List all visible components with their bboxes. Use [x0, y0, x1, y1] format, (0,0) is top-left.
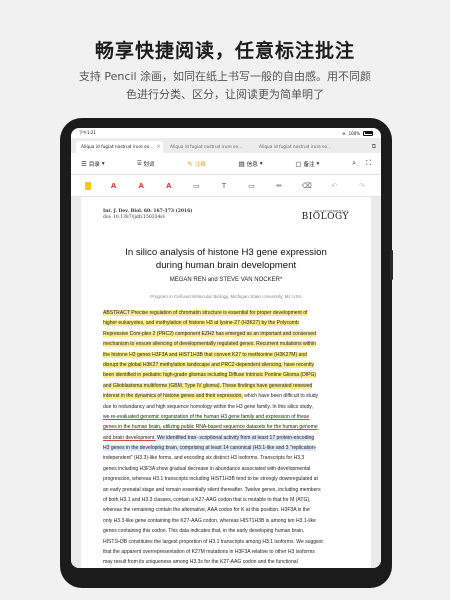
- journal-logo-big: BIOLOGY: [301, 212, 349, 222]
- fullscreen-icon[interactable]: ⛶: [366, 159, 371, 168]
- underline-text-icon[interactable]: A: [136, 181, 146, 191]
- highlighted-text[interactable]: higher eukaryotes, and methylation of hi…: [103, 320, 299, 327]
- promo-subtitle-line: 色进行分类、区分，让阅读更为简单明了: [126, 88, 324, 101]
- promo-subtitle-line: 支持 Pencil 涂画，如同在纸上书写一般的自由感。用不同颜: [78, 70, 372, 83]
- title-line: during human brain development: [155, 260, 297, 271]
- abstract-text: progression, whereas H3.1 transcripts in…: [103, 476, 318, 483]
- highlighted-text[interactable]: ABSTRACT Precise regulation of chromatin…: [103, 310, 308, 316]
- highlighted-text[interactable]: mechanism to ensure silencing of develop…: [103, 341, 316, 348]
- text-box-icon[interactable]: T: [219, 181, 229, 191]
- status-bar: 下午1:21 ≋ 100%: [71, 128, 381, 138]
- menu-highlight-button[interactable]: ⌸ 划词: [137, 159, 154, 168]
- underlined-text[interactable]: genes in the human brain, utilizing publ…: [103, 424, 318, 430]
- abstract-text: of both H3.1 and H3.3 classes, contain a…: [103, 497, 311, 504]
- list-icon: ☰: [81, 159, 87, 168]
- strikethrough-text-icon[interactable]: A: [164, 181, 174, 191]
- menu-note-button[interactable]: ▢ 备注 ▾: [295, 160, 319, 168]
- chevron-down-icon: ▾: [259, 160, 263, 167]
- abstract-text: only H3.3-like gene containing the K27-A…: [103, 517, 316, 524]
- eraser-icon[interactable]: ⌫: [302, 181, 312, 191]
- paper-affiliation: Program in Cell and Molecular Biology, M…: [150, 294, 302, 299]
- menu-bar: ☰ 目录 ▾ ⌸ 划词 ✎ 注释 ▤ 信息 ▾ ▢ 备注 ▾ ⌕ ⛶: [71, 153, 381, 175]
- abstract-text: an early prenatal stage and remain essen…: [103, 486, 321, 493]
- text-select-icon: ⌸: [137, 159, 142, 167]
- promo-title: 畅享快捷阅读，任意标注批注: [94, 40, 355, 62]
- redo-icon[interactable]: ↷: [357, 181, 367, 191]
- abstract-text: may result from its uniqueness among H3.…: [103, 559, 298, 566]
- abstract-text: which have been difficult to study: [242, 393, 319, 400]
- highlighted-text[interactable]: and Glioblastoma multiforme (GBM, Type I…: [103, 382, 313, 389]
- paper-title: In silico analysis of histone H3 gene ex…: [103, 246, 349, 272]
- paper-abstract[interactable]: ABSTRACT Precise regulation of chromatin…: [103, 308, 349, 568]
- journal-logo: DEVELOPMENTAL BIOLOGY: [302, 209, 349, 222]
- comment-icon[interactable]: ▭: [191, 181, 201, 191]
- menu-highlight-label: 划词: [143, 161, 155, 168]
- abstract-text: HIST1H3B constitutes the largest proport…: [103, 538, 323, 545]
- pen-icon: ✎: [187, 159, 193, 168]
- rectangle-icon[interactable]: ▭: [247, 181, 257, 191]
- tablet-screen: 下午1:21 ≋ 100% Aliqua id fugiat nostrud i…: [71, 128, 381, 568]
- status-time: 下午1:21: [79, 130, 96, 135]
- menu-annotate-button[interactable]: ✎ 注释: [187, 160, 205, 168]
- info-icon: ▤: [238, 159, 245, 168]
- volume-button: [390, 250, 393, 280]
- menu-toc-label: 目录: [88, 161, 100, 168]
- highlighted-text[interactable]: the histone H3 genes H3F3A and HIST1H3B …: [103, 351, 307, 358]
- search-icon[interactable]: ⌕: [352, 159, 356, 168]
- pencil-icon[interactable]: ✏: [274, 181, 284, 191]
- document-tab[interactable]: Aliqua id fugiat nostrud irure ex...: [254, 141, 341, 153]
- annotation-toolbar: A A A ▭ T ▭ ✏ ⌫ ↶ ↷: [71, 175, 381, 197]
- highlighted-text[interactable]: Repressive Com-plex 2 (PRC2) component E…: [103, 330, 316, 337]
- pdf-page: Int. J. Dev. Biol. 60: 167-173 (2016) do…: [81, 197, 371, 568]
- abstract-text: whereas the remaining contain the altern…: [103, 507, 310, 514]
- blue-highlighted-text[interactable]: H3 genes in the developing brain, compri…: [103, 445, 317, 452]
- promo-subtitle: 支持 Pencil 涂画，如同在纸上书写一般的自由感。用不同颜 色进行分类、区分…: [40, 68, 410, 104]
- close-icon[interactable]: ×: [156, 144, 160, 150]
- highlighted-text[interactable]: interest in the dynamics of histone gene…: [103, 393, 243, 400]
- title-line: In silico analysis of histone H3 gene ex…: [125, 247, 327, 258]
- menu-toc-button[interactable]: ☰ 目录 ▾: [81, 160, 105, 168]
- abstract-text: independent" (H3.3)-like forms, and enco…: [103, 455, 305, 462]
- underlined-text[interactable]: and brain development.: [103, 435, 156, 441]
- menu-info-label: 信息: [246, 161, 258, 168]
- wifi-icon: ≋: [342, 130, 346, 136]
- battery-percent: 100%: [348, 130, 360, 136]
- chevron-down-icon: ▾: [101, 160, 105, 167]
- tab-label: Aliqua id fugiat nostrud irure ex...: [81, 144, 154, 150]
- document-viewport[interactable]: Int. J. Dev. Biol. 60: 167-173 (2016) do…: [71, 197, 381, 568]
- blue-highlighted-text[interactable]: We identified tran- scriptional activity…: [155, 434, 315, 441]
- highlighted-text[interactable]: been identified in pediatric high-grade …: [103, 372, 317, 379]
- abstract-text: genes including H3F3A show gradual decre…: [103, 465, 311, 472]
- chevron-down-icon: ▾: [316, 160, 320, 167]
- menu-info-button[interactable]: ▤ 信息 ▾: [239, 160, 263, 168]
- underlined-text[interactable]: we re-evaluated genomic organization of …: [103, 414, 309, 420]
- battery-icon: [363, 130, 373, 136]
- document-tab[interactable]: Aliqua id fugiat nostrud irure ex...: [165, 141, 252, 153]
- menu-annotate-label: 注释: [194, 161, 206, 168]
- abstract-text: that the apparent overrepresentation of …: [103, 548, 315, 555]
- tabs-overview-icon[interactable]: ⧉: [372, 141, 376, 153]
- highlighted-text[interactable]: disrupt the global H3K27 methylation lan…: [103, 361, 314, 368]
- highlighter-icon[interactable]: [85, 181, 91, 190]
- menu-note-label: 备注: [303, 161, 315, 168]
- text-color-icon[interactable]: A: [109, 181, 119, 191]
- abstract-text: due to redundancy and high sequence homo…: [103, 403, 313, 410]
- doi: doi: 10.1387/ijdb.150334sv: [103, 215, 166, 220]
- tab-label: Aliqua id fugiat nostrud irure ex...: [259, 144, 332, 150]
- note-icon: ▢: [295, 159, 302, 168]
- tab-bar: Aliqua id fugiat nostrud irure ex... × A…: [71, 138, 381, 153]
- abstract-text: genes containing this codon. This data i…: [103, 528, 305, 535]
- document-tab[interactable]: Aliqua id fugiat nostrud irure ex... ×: [76, 141, 163, 153]
- undo-icon[interactable]: ↶: [329, 181, 339, 191]
- tab-label: Aliqua id fugiat nostrud irure ex...: [170, 144, 243, 150]
- paper-authors: MEGAN REN and STEVE VAN NOCKER*: [169, 277, 283, 283]
